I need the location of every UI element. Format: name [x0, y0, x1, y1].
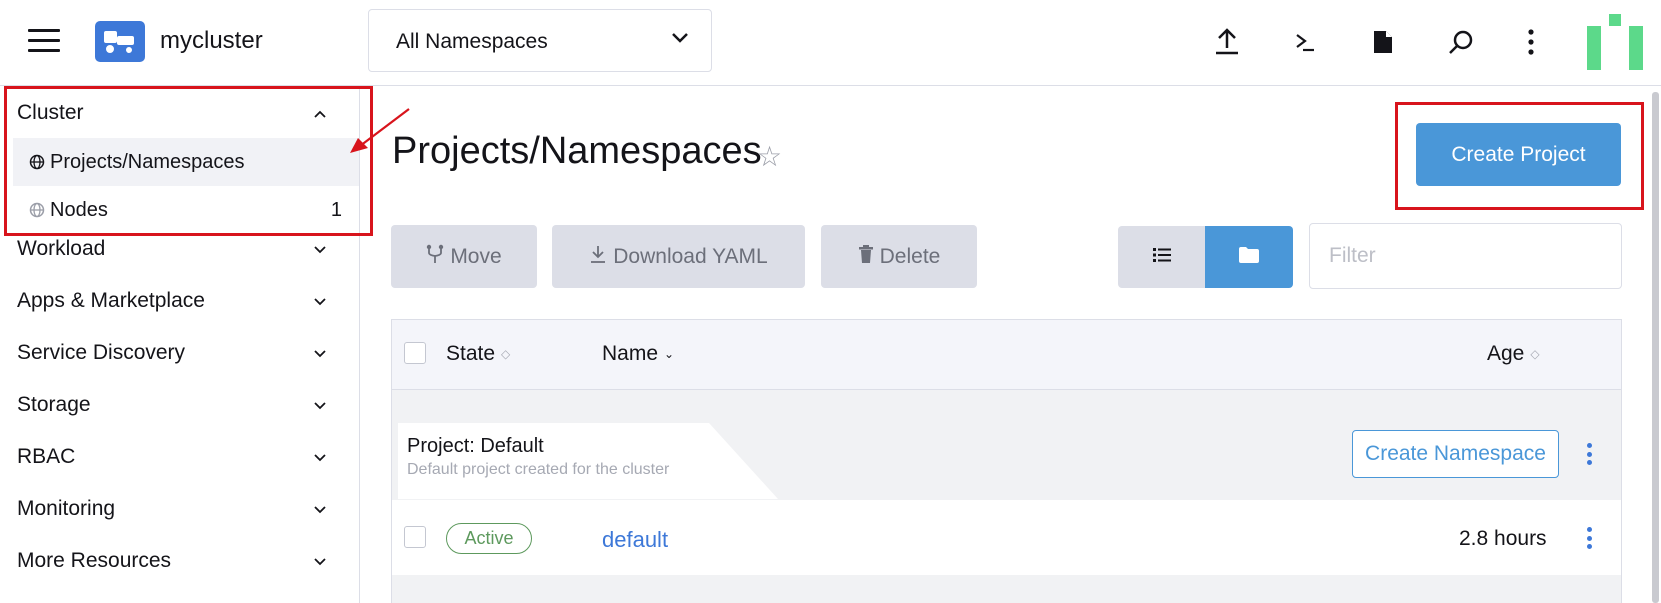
sidebar-group-cluster[interactable]: Cluster [17, 101, 347, 125]
column-header-age[interactable]: Age ◇ [1487, 342, 1540, 366]
table-header: State ◇ Name ⌄ Age ◇ [391, 319, 1622, 390]
sidebar-item-nodes[interactable]: Nodes 1 [13, 186, 359, 234]
folder-icon [1239, 246, 1259, 268]
sidebar-group-label: Workload [17, 237, 106, 260]
kubeconfig-file-icon[interactable] [1367, 26, 1399, 58]
move-icon [426, 244, 444, 270]
sidebar-item-projects-namespaces[interactable]: Projects/Namespaces [13, 138, 359, 186]
nodes-count: 1 [330, 199, 342, 221]
sidebar-group-label: Monitoring [17, 497, 116, 520]
globe-icon [29, 202, 45, 223]
chevron-down-icon [313, 501, 327, 517]
sidebar-group-label: Service Discovery [17, 341, 186, 364]
chevron-down-icon [313, 553, 327, 569]
status-badge: Active [446, 523, 532, 554]
sidebar-group-label: RBAC [17, 445, 76, 468]
page-title: Projects/Namespaces [392, 130, 762, 172]
chevron-down-icon [313, 449, 327, 465]
chevron-down-icon [671, 31, 689, 49]
project-group-description: Default project created for the cluster [407, 461, 670, 478]
namespace-age: 2.8 hours [1459, 527, 1547, 550]
globe-icon [29, 154, 45, 175]
group-by-project-toggle[interactable] [1205, 226, 1293, 288]
trash-icon [858, 244, 874, 269]
sort-icon: ◇ [1530, 347, 1540, 361]
user-avatar[interactable] [1587, 14, 1643, 70]
download-icon [589, 244, 607, 270]
project-group-title: Project: Default [407, 435, 544, 457]
sidebar-group-monitoring[interactable]: Monitoring [17, 497, 347, 521]
sidebar-group-storage[interactable]: Storage [17, 393, 347, 417]
sidebar-group-rbac[interactable]: RBAC [17, 445, 347, 469]
filter-input[interactable] [1309, 223, 1622, 289]
chevron-down-icon [313, 241, 327, 257]
chevron-up-icon [313, 105, 327, 121]
project-actions-kebab-icon[interactable] [1579, 438, 1599, 470]
chevron-down-icon [313, 397, 327, 413]
chevron-down-icon [313, 293, 327, 309]
menu-icon[interactable] [28, 29, 60, 53]
list-icon [1152, 247, 1171, 267]
table-row [391, 500, 1622, 575]
move-button[interactable]: Move [391, 225, 537, 288]
cluster-name: mycluster [160, 27, 263, 54]
more-vertical-icon[interactable] [1515, 26, 1547, 58]
delete-label: Delete [879, 244, 941, 268]
sidebar-item-label: Nodes [50, 199, 108, 221]
create-namespace-button[interactable]: Create Namespace [1352, 430, 1559, 478]
column-header-name[interactable]: Name ⌄ [602, 342, 674, 366]
namespace-filter-select[interactable]: All Namespaces [368, 9, 712, 72]
sidebar-group-apps-marketplace[interactable]: Apps & Marketplace [17, 289, 347, 313]
select-all-checkbox[interactable] [404, 342, 426, 364]
move-label: Move [450, 244, 502, 268]
kubectl-shell-icon[interactable] [1289, 26, 1321, 58]
namespace-link[interactable]: default [602, 527, 668, 553]
sidebar-nav: Cluster Projects/Namespaces Nodes 1 Work… [0, 86, 360, 603]
download-yaml-button[interactable]: Download YAML [552, 225, 805, 288]
top-header: mycluster All Namespaces [0, 0, 1661, 86]
column-header-state[interactable]: State ◇ [446, 342, 510, 366]
list-view-toggle[interactable] [1118, 226, 1205, 288]
row-actions-kebab-icon[interactable] [1579, 522, 1599, 554]
namespace-filter-value: All Namespaces [396, 30, 548, 53]
sort-icon: ◇ [501, 347, 511, 361]
cluster-logo-icon [95, 21, 145, 62]
sidebar-group-label: Storage [17, 393, 91, 416]
chevron-down-icon [313, 345, 327, 361]
delete-button[interactable]: Delete [821, 225, 977, 288]
search-icon[interactable] [1445, 26, 1477, 58]
page-scrollbar[interactable] [1652, 92, 1659, 603]
sidebar-group-label: Cluster [17, 101, 84, 124]
download-yaml-label: Download YAML [613, 244, 768, 268]
sidebar-group-label: Apps & Marketplace [17, 289, 205, 312]
sidebar-item-label: Projects/Namespaces [50, 151, 245, 173]
create-project-button[interactable]: Create Project [1416, 123, 1621, 186]
sidebar-group-label: More Resources [17, 549, 172, 572]
sidebar-group-more-resources[interactable]: More Resources [17, 549, 347, 573]
sort-descending-icon: ⌄ [664, 347, 675, 361]
sidebar-group-workload[interactable]: Workload [17, 237, 347, 261]
import-yaml-icon[interactable] [1211, 26, 1243, 58]
favorite-star-icon[interactable]: ☆ [757, 140, 782, 173]
row-checkbox[interactable] [404, 526, 426, 548]
sidebar-group-service-discovery[interactable]: Service Discovery [17, 341, 347, 365]
